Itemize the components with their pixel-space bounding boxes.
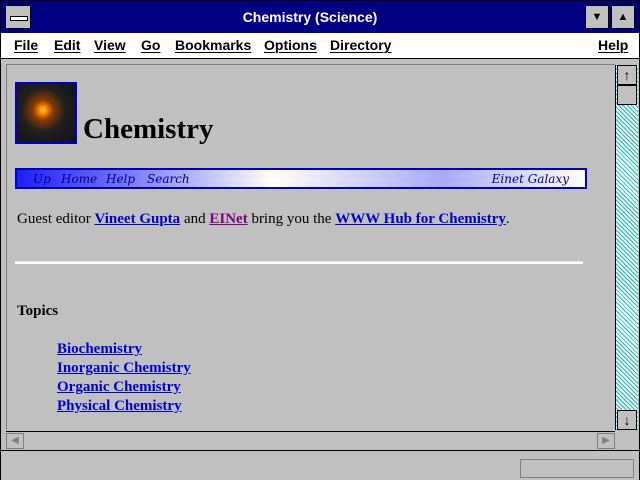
progress-field <box>520 459 634 478</box>
horizontal-scrollbar[interactable]: ◀ ▶ <box>6 431 615 450</box>
menu-file[interactable]: File <box>14 37 38 53</box>
menu-help[interactable]: Help <box>598 37 628 53</box>
page-title: Chemistry <box>83 113 214 145</box>
navigation-bar: Up Home Help Search Einet Galaxy <box>15 168 587 189</box>
menu-bar: File Edit View Go Bookmarks Options Dire… <box>1 33 639 59</box>
menu-view[interactable]: View <box>94 37 126 53</box>
horizontal-rule <box>15 261 583 264</box>
hub-link[interactable]: WWW Hub for Chemistry <box>335 211 506 227</box>
editor-link[interactable]: Vineet Gupta <box>94 211 180 227</box>
nav-search[interactable]: Search <box>147 172 190 186</box>
topic-biochemistry[interactable]: Biochemistry <box>57 341 142 357</box>
topics-heading: Topics <box>17 303 59 319</box>
intro-prefix: Guest editor <box>17 211 95 227</box>
einet-galaxy-link[interactable]: Einet Galaxy <box>492 172 569 186</box>
topic-item: Inorganic Chemistry <box>57 360 191 379</box>
maximize-icon[interactable]: ▲ <box>611 5 635 29</box>
minimize-icon[interactable]: ▼ <box>585 5 609 29</box>
topic-physical[interactable]: Physical Chemistry <box>57 398 182 414</box>
einet-link[interactable]: EINet <box>209 211 247 227</box>
nav-home[interactable]: Home <box>61 172 97 186</box>
menu-directory[interactable]: Directory <box>330 37 391 53</box>
browser-window: Chemistry (Science) ▼ ▲ File Edit View G… <box>0 0 640 480</box>
intro-middle: bring you the <box>247 211 336 227</box>
scroll-thumb[interactable] <box>617 85 637 105</box>
window-title: Chemistry (Science) <box>242 9 378 25</box>
title-bar: Chemistry (Science) ▼ ▲ <box>1 1 639 33</box>
scroll-left-icon[interactable]: ◀ <box>6 433 24 449</box>
scroll-up-icon[interactable]: ↑ <box>617 65 637 85</box>
topic-item: Biochemistry <box>57 341 191 360</box>
topic-item: Organic Chemistry <box>57 379 191 398</box>
topics-list: Biochemistry Inorganic Chemistry Organic… <box>57 341 191 417</box>
scroll-right-icon[interactable]: ▶ <box>597 433 615 449</box>
status-bar <box>1 450 639 480</box>
menu-bookmarks[interactable]: Bookmarks <box>175 37 251 53</box>
topic-organic[interactable]: Organic Chemistry <box>57 379 181 395</box>
topic-inorganic[interactable]: Inorganic Chemistry <box>57 360 191 376</box>
scroll-down-icon[interactable]: ↓ <box>617 410 637 430</box>
menu-options[interactable]: Options <box>264 37 317 53</box>
intro-end: . <box>505 211 510 227</box>
intro-and: and <box>180 211 210 227</box>
system-menu-icon[interactable] <box>5 5 31 29</box>
intro-text: Guest editor Vineet Gupta and EINet brin… <box>17 211 510 228</box>
menu-edit[interactable]: Edit <box>54 37 80 53</box>
document-area: Chemistry Up Home Help Search Einet Gala… <box>6 64 615 430</box>
chemistry-logo <box>15 82 77 144</box>
nav-help[interactable]: Help <box>106 172 135 186</box>
nav-up[interactable]: Up <box>33 172 51 186</box>
vertical-scrollbar[interactable]: ↑ ↓ <box>615 65 638 430</box>
menu-go[interactable]: Go <box>141 37 160 53</box>
topic-item: Physical Chemistry <box>57 398 191 417</box>
